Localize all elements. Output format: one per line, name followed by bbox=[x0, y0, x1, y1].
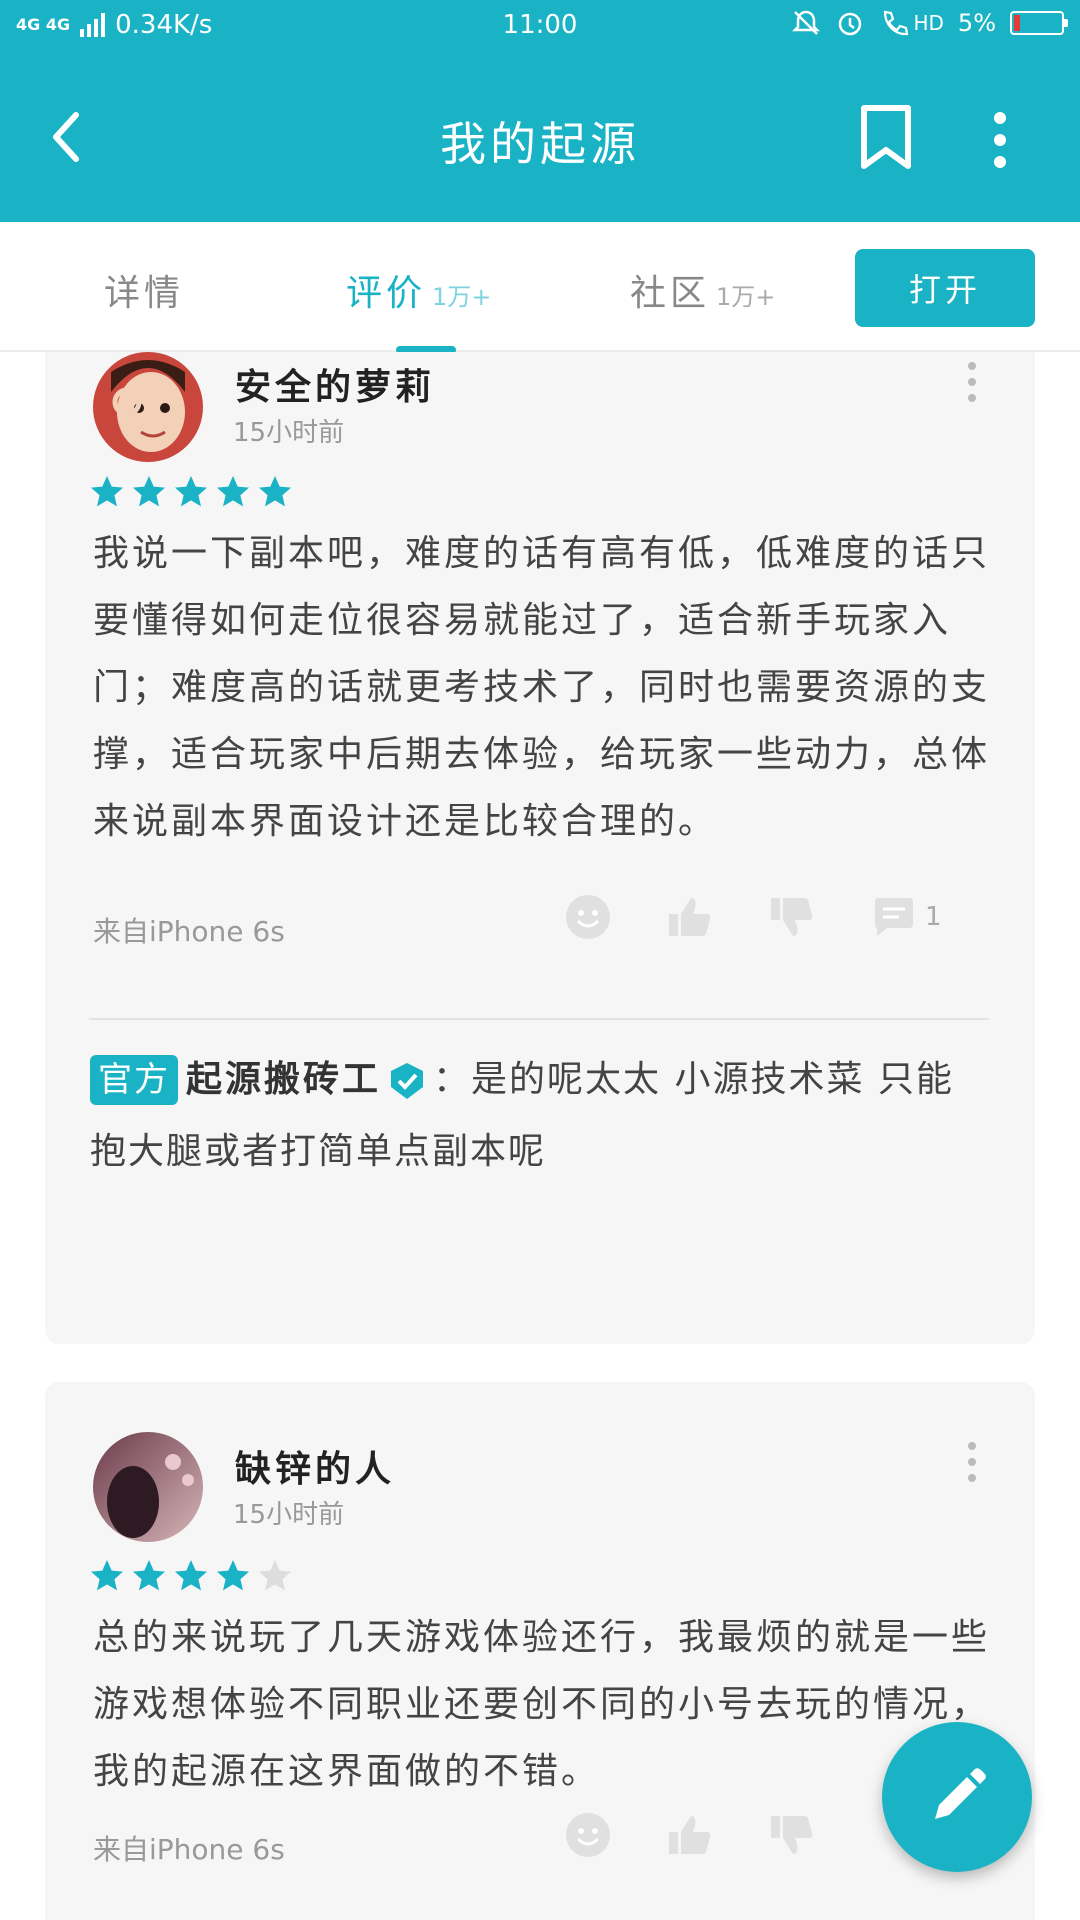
divider bbox=[89, 1018, 989, 1020]
edit-pencil-icon bbox=[935, 1768, 986, 1819]
review-more-icon[interactable] bbox=[965, 360, 979, 404]
battery-icon bbox=[1010, 11, 1068, 35]
tab-reviews[interactable]: 评价 1万+ bbox=[346, 264, 491, 316]
reply-count: 1 bbox=[925, 902, 942, 932]
review-text: 总的来说玩了几天游戏体验还行，我最烦的就是一些游戏想体验不同职业还要创不同的小号… bbox=[93, 1617, 991, 1792]
star-filled-icon bbox=[133, 1560, 165, 1591]
mute-bell-icon bbox=[792, 10, 821, 35]
review-username[interactable]: 缺锌的人 bbox=[235, 1440, 395, 1492]
tab-community[interactable]: 社区 1万+ bbox=[630, 264, 775, 316]
open-button[interactable]: 打开 bbox=[855, 249, 1035, 327]
device-source: 来自iPhone 6s bbox=[93, 1833, 285, 1866]
emoji-reaction-icon[interactable] bbox=[565, 894, 611, 940]
page-title: 我的起源 bbox=[440, 117, 640, 171]
review-text: 我说一下副本吧，难度的话有高有低，低难度的话只要懂得如何走位很容易就能过了，适合… bbox=[93, 533, 991, 842]
tab-label: 评价 bbox=[346, 273, 427, 314]
tab-bar: 详情 评价 1万+ 社区 1万+ 打开 bbox=[0, 222, 1080, 354]
hd-label: HD bbox=[913, 11, 944, 35]
star-filled-icon bbox=[91, 1560, 123, 1591]
more-vertical-icon[interactable] bbox=[975, 110, 1025, 170]
avatar[interactable] bbox=[93, 1432, 203, 1542]
app-header: 我的起源 bbox=[0, 52, 1080, 222]
star-filled-icon bbox=[133, 476, 165, 507]
review-more-icon[interactable] bbox=[965, 1440, 979, 1484]
thumbs-down-icon[interactable] bbox=[769, 894, 815, 940]
tab-details[interactable]: 详情 bbox=[104, 264, 184, 316]
star-empty-icon bbox=[259, 1560, 291, 1591]
comment-icon[interactable] bbox=[871, 894, 917, 940]
star-filled-icon bbox=[91, 476, 123, 507]
thumbs-up-icon[interactable] bbox=[667, 894, 713, 940]
tab-count: 1万+ bbox=[432, 283, 492, 311]
review-list[interactable]: 安全的萝莉 15小时前 我说一下副本吧，难度的话有高有低，低难度的话只要懂得如何… bbox=[0, 352, 1080, 1920]
review-actions bbox=[565, 1812, 871, 1858]
official-name[interactable]: 起源搬砖工 bbox=[186, 1059, 381, 1100]
bookmark-icon[interactable] bbox=[856, 104, 916, 170]
battery-percent: 5% bbox=[957, 9, 996, 37]
rating-stars bbox=[89, 474, 293, 510]
device-source: 来自iPhone 6s bbox=[93, 915, 285, 948]
tab-label: 社区 bbox=[630, 273, 711, 314]
review-card: 缺锌的人 15小时前 总的来说玩了几天游戏体验还行，我最烦的就是一些游戏想体验不… bbox=[45, 1382, 1035, 1920]
avatar[interactable] bbox=[93, 352, 203, 462]
star-filled-icon bbox=[175, 1560, 207, 1591]
review-actions: 1 bbox=[565, 894, 942, 940]
review-time: 15小时前 bbox=[233, 1500, 345, 1530]
thumbs-up-icon[interactable] bbox=[667, 1812, 713, 1858]
star-filled-icon bbox=[217, 1560, 249, 1591]
rating-stars bbox=[89, 1558, 293, 1594]
star-filled-icon bbox=[217, 476, 249, 507]
emoji-reaction-icon[interactable] bbox=[565, 1812, 611, 1858]
verified-icon bbox=[391, 1063, 424, 1099]
official-badge: 官方 bbox=[90, 1055, 178, 1105]
status-bar: 4G 4G 0.34K/s 11:00 HD 5% bbox=[0, 0, 1080, 52]
star-filled-icon bbox=[259, 476, 291, 507]
star-filled-icon bbox=[175, 476, 207, 507]
tab-label: 详情 bbox=[104, 273, 185, 314]
call-icon bbox=[884, 10, 909, 36]
official-reply: 官方 起源搬砖工 ：是的呢太太 小源技术菜 只能抱大腿或者打简单点副本呢 bbox=[90, 1044, 990, 1188]
review-time: 15小时前 bbox=[233, 418, 345, 448]
review-card: 安全的萝莉 15小时前 我说一下副本吧，难度的话有高有低，低难度的话只要懂得如何… bbox=[45, 352, 1035, 1344]
review-username[interactable]: 安全的萝莉 bbox=[235, 358, 435, 410]
tab-count: 1万+ bbox=[716, 283, 776, 311]
write-review-button[interactable] bbox=[882, 1722, 1032, 1872]
thumbs-down-icon[interactable] bbox=[769, 1812, 815, 1858]
alarm-icon bbox=[839, 12, 862, 36]
